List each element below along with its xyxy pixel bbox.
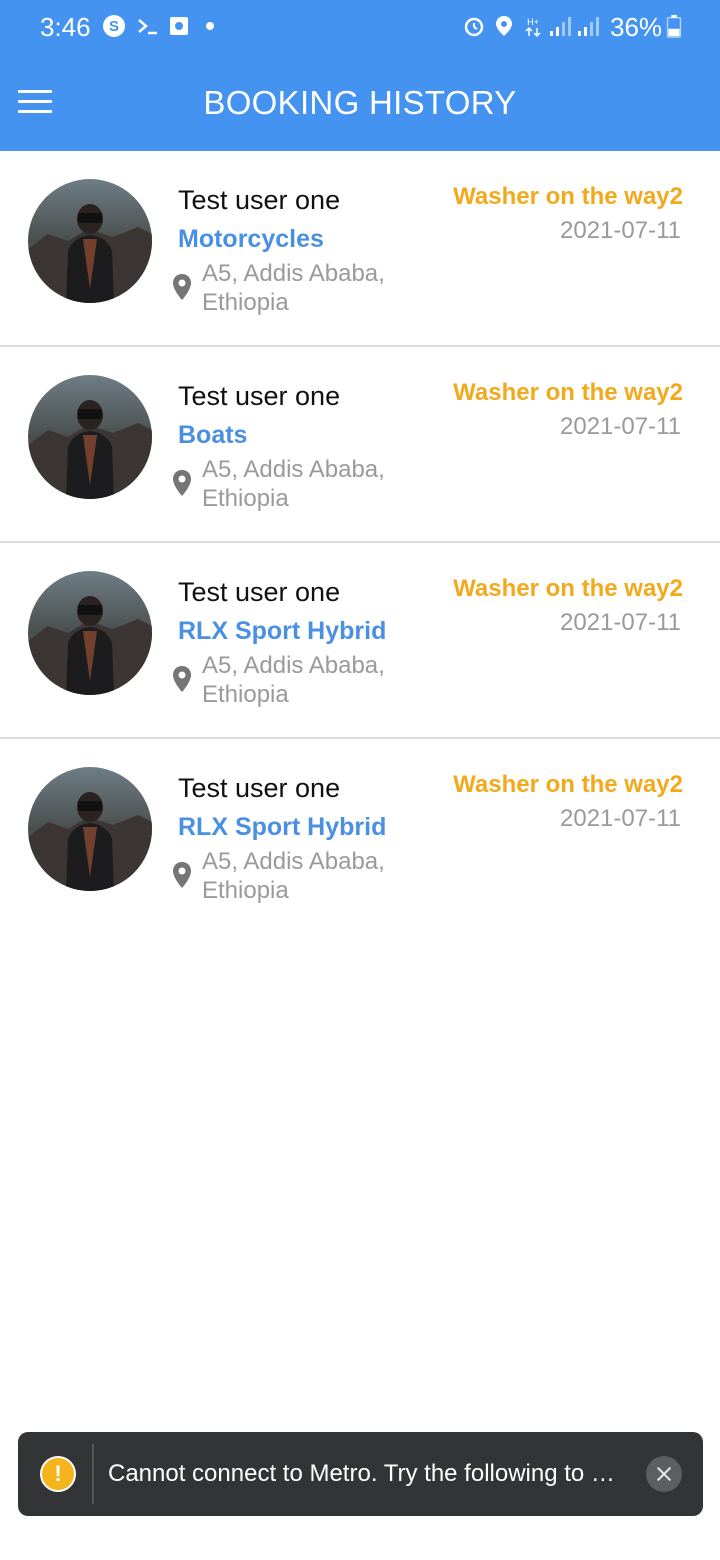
terminal-icon [138, 19, 157, 35]
alarm-icon [464, 17, 484, 37]
booking-user-name: Test user one [178, 577, 341, 607]
booking-user-name: Test user one [178, 381, 341, 411]
svg-text:H+: H+ [527, 17, 539, 27]
location-pin-icon [173, 666, 191, 692]
toast-message: Cannot connect to Metro. Try the followi… [108, 1460, 615, 1487]
signal-icon [578, 17, 599, 36]
status-time: 3:46 [40, 12, 91, 42]
screen-record-icon [170, 17, 188, 35]
booking-item[interactable]: Test user one RLX Sport Hybrid A5, Addis… [0, 543, 720, 739]
avatar [28, 179, 152, 303]
skype-icon: S [103, 15, 125, 37]
booking-address: A5, Addis Ababa, Ethiopia [202, 260, 385, 316]
booking-user-name: Test user one [178, 773, 341, 803]
booking-vehicle: RLX Sport Hybrid [178, 813, 387, 841]
battery-icon [666, 14, 682, 38]
booking-item[interactable]: Test user one RLX Sport Hybrid A5, Addis… [0, 739, 720, 935]
booking-item[interactable]: Test user one Motorcycles A5, Addis Abab… [0, 151, 720, 347]
booking-list: Test user one Motorcycles A5, Addis Abab… [0, 151, 720, 935]
booking-item[interactable]: Test user one Boats A5, Addis Ababa, Eth… [0, 347, 720, 543]
booking-status: Washer on the way2 [453, 183, 683, 210]
booking-address: A5, Addis Ababa, Ethiopia [202, 456, 385, 512]
close-icon[interactable] [646, 1456, 682, 1492]
dot-icon [206, 22, 214, 30]
booking-vehicle: Motorcycles [178, 225, 324, 253]
booking-address: A5, Addis Ababa, Ethiopia [202, 848, 385, 904]
booking-date: 2021-07-11 [560, 413, 681, 440]
status-bar: 3:46 S H+ 36% [0, 0, 720, 54]
booking-date: 2021-07-11 [560, 609, 681, 636]
booking-status: Washer on the way2 [453, 575, 683, 602]
avatar [28, 767, 152, 891]
toast-divider [92, 1444, 94, 1504]
location-pin-icon [173, 470, 191, 496]
booking-address: A5, Addis Ababa, Ethiopia [202, 652, 385, 708]
error-toast[interactable]: ! Cannot connect to Metro. Try the follo… [18, 1432, 703, 1516]
location-pin-icon [173, 862, 191, 888]
booking-status: Washer on the way2 [453, 771, 683, 798]
booking-date: 2021-07-11 [560, 217, 681, 244]
data-icon: H+ [525, 17, 541, 38]
booking-vehicle: Boats [178, 421, 248, 449]
avatar [28, 571, 152, 695]
booking-vehicle: RLX Sport Hybrid [178, 617, 387, 645]
warning-icon: ! [40, 1456, 76, 1492]
location-icon [496, 16, 512, 36]
avatar [28, 375, 152, 499]
booking-date: 2021-07-11 [560, 805, 681, 832]
page-title: BOOKING HISTORY [203, 84, 517, 121]
signal-icon [550, 17, 571, 36]
battery-percent: 36% [610, 12, 663, 42]
app-bar: BOOKING HISTORY [0, 54, 720, 151]
svg-text:S: S [109, 18, 119, 35]
booking-user-name: Test user one [178, 185, 341, 215]
booking-status: Washer on the way2 [453, 379, 683, 406]
location-pin-icon [173, 274, 191, 300]
